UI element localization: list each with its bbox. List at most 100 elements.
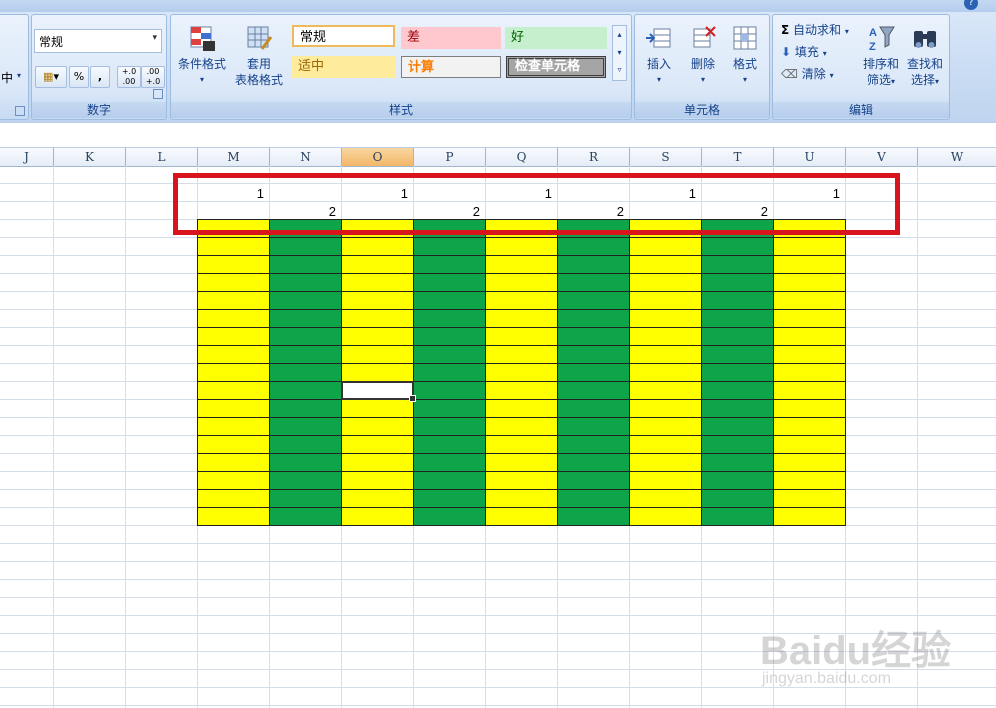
style-check-cell[interactable]: 检查单元格 — [506, 56, 606, 78]
find-label-2: 选择 — [910, 73, 935, 87]
range-column-border — [341, 219, 342, 525]
chevron-down-icon: ▾ — [656, 75, 661, 84]
sort-filter-button[interactable]: A Z 排序和 筛选▾ — [859, 23, 903, 90]
decrease-decimal-button[interactable]: .00 +.0 — [141, 66, 165, 88]
column-header-p[interactable]: P — [414, 148, 486, 166]
clear-label: 清除 — [801, 67, 826, 81]
range-row-border — [197, 237, 846, 238]
comma-button[interactable]: , — [90, 66, 110, 88]
chevron-down-icon[interactable]: ▾ — [17, 71, 21, 80]
column-header-o[interactable]: O — [342, 148, 414, 166]
format-button[interactable]: 格式 ▾ — [723, 23, 767, 88]
row-gridline — [0, 597, 996, 598]
dialog-launcher-icon[interactable] — [153, 89, 163, 99]
style-bad[interactable]: 差 — [401, 27, 501, 49]
find-select-button[interactable]: 查找和 选择▾ — [903, 23, 947, 90]
style-normal[interactable]: 常规 — [292, 25, 395, 47]
fill-button[interactable]: ⬇ 填充 ▾ — [781, 43, 827, 61]
range-row-border — [197, 435, 846, 436]
table-format-button[interactable]: 套用 表格格式 — [229, 23, 289, 88]
cells-group: 插入 ▾ 删除 ▾ 格式 ▾ 单元格 — [634, 14, 770, 120]
column-header-r[interactable]: R — [558, 148, 630, 166]
row-gridline — [0, 543, 996, 544]
styles-group: 条件格式 ▾ 套用 表格格式 常规 差 好 适中 计算 检查单元格 ▴ ▾ ▿ … — [170, 14, 632, 120]
delete-button[interactable]: 删除 ▾ — [681, 23, 725, 88]
range-row-border — [197, 525, 846, 526]
range-row-border — [197, 489, 846, 490]
range-column-border — [269, 219, 270, 525]
column-header-j[interactable]: J — [0, 148, 54, 166]
watermark-url: jingyan.baidu.com — [762, 670, 891, 687]
svg-text:Z: Z — [869, 41, 876, 53]
ribbon: ? 中 ▾ 常规 ▾ ▦▾ % , +.0 .00 .00 +.0 数字 条件格… — [0, 0, 996, 122]
column-header-w[interactable]: W — [918, 148, 996, 166]
range-column-border — [701, 219, 702, 525]
range-row-border — [197, 381, 846, 382]
column-gridline — [125, 166, 126, 708]
column-header-q[interactable]: Q — [486, 148, 558, 166]
autosum-button[interactable]: Σ 自动求和 ▾ — [781, 21, 849, 39]
column-header-n[interactable]: N — [270, 148, 342, 166]
range-row-border — [197, 471, 846, 472]
range-row-border — [197, 453, 846, 454]
range-column-border — [845, 219, 846, 525]
row-gridline — [0, 561, 996, 562]
ribbon-tab-strip: ? — [0, 0, 996, 12]
column-header-l[interactable]: L — [126, 148, 198, 166]
chevron-down-icon: ▾ — [844, 27, 849, 36]
help-icon[interactable]: ? — [964, 0, 978, 10]
sort-label-2: 筛选 — [866, 73, 891, 87]
accounting-format-button[interactable]: ▦▾ — [35, 66, 67, 88]
styles-group-label: 样式 — [171, 102, 631, 118]
column-gridline — [53, 166, 54, 708]
column-header-m[interactable]: M — [198, 148, 270, 166]
chevron-down-icon: ▾ — [891, 77, 896, 86]
formula-bar[interactable] — [0, 122, 996, 148]
increase-decimal-icon: +.0 .00 — [121, 67, 137, 86]
column-header-k[interactable]: K — [54, 148, 126, 166]
bordered-range — [197, 219, 846, 526]
range-row-border — [197, 507, 846, 508]
range-row-border — [197, 273, 846, 274]
insert-cells-icon — [646, 28, 671, 48]
number-format-combo[interactable]: 常规 ▾ — [34, 29, 162, 53]
insert-button[interactable]: 插入 ▾ — [637, 23, 681, 88]
highlight-annotation-box — [173, 173, 900, 235]
style-neutral[interactable]: 适中 — [292, 56, 395, 78]
insert-label: 插入 — [646, 57, 671, 71]
range-row-border — [197, 309, 846, 310]
percent-button[interactable]: % — [69, 66, 89, 88]
clear-button[interactable]: ⌫ 清除 ▾ — [781, 65, 834, 83]
gallery-more-icon[interactable]: ▿ — [613, 62, 626, 78]
chevron-down-icon[interactable]: ▾ — [152, 33, 157, 43]
style-calculation[interactable]: 计算 — [401, 56, 501, 78]
chevron-down-icon: ▾ — [829, 71, 834, 80]
active-cell-cursor[interactable] — [341, 381, 416, 402]
range-row-border — [197, 291, 846, 292]
range-column-border — [413, 219, 414, 525]
column-header-v[interactable]: V — [846, 148, 918, 166]
number-group: 常规 ▾ ▦▾ % , +.0 .00 .00 +.0 数字 — [31, 14, 167, 120]
range-column-border — [773, 219, 774, 525]
dialog-launcher-icon[interactable] — [15, 106, 25, 116]
scroll-up-icon[interactable]: ▴ — [613, 26, 626, 44]
scroll-down-icon[interactable]: ▾ — [613, 44, 626, 62]
format-cells-icon — [733, 26, 757, 50]
column-header-u[interactable]: U — [774, 148, 846, 166]
style-good[interactable]: 好 — [505, 27, 607, 49]
column-header-t[interactable]: T — [702, 148, 774, 166]
fill-label: 填充 — [794, 45, 819, 59]
range-column-border — [629, 219, 630, 525]
eraser-icon: ⌫ — [781, 67, 798, 81]
styles-gallery-scroll[interactable]: ▴ ▾ ▿ — [612, 25, 627, 81]
sigma-icon: Σ — [781, 23, 790, 37]
range-column-border — [557, 219, 558, 525]
conditional-format-icon — [190, 26, 215, 51]
merge-center-label[interactable]: 中 — [1, 69, 13, 86]
increase-decimal-button[interactable]: +.0 .00 — [117, 66, 141, 88]
number-format-value: 常规 — [39, 35, 64, 49]
conditional-format-button[interactable]: 条件格式 ▾ — [173, 23, 231, 88]
column-header-s[interactable]: S — [630, 148, 702, 166]
autosum-label: 自动求和 — [793, 23, 842, 37]
chevron-down-icon: ▾ — [199, 75, 204, 84]
